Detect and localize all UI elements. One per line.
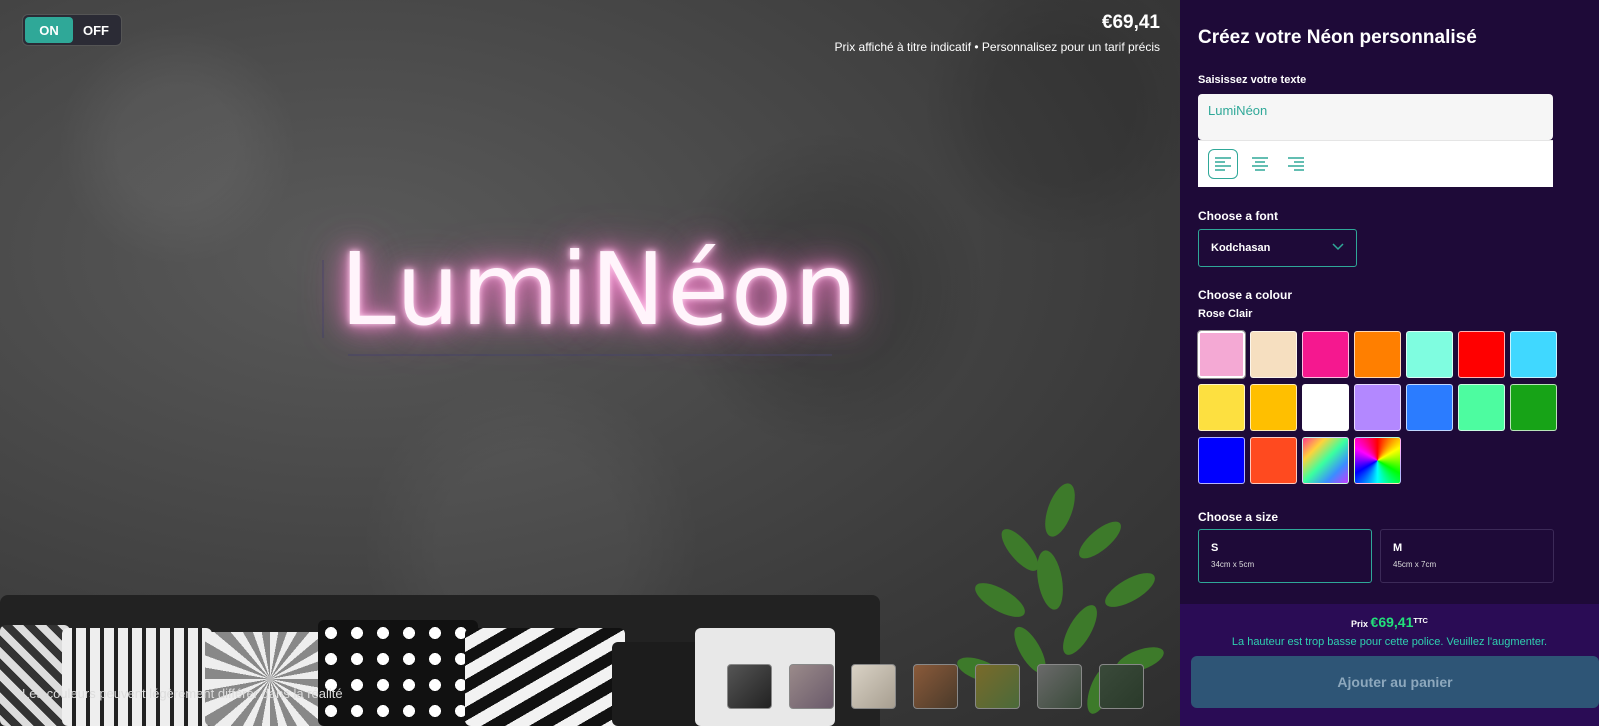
- colour-swatch[interactable]: [1302, 331, 1349, 378]
- colour-swatch[interactable]: [1250, 437, 1297, 484]
- preview-price: €69,41 Prix affiché à titre indicatif • …: [835, 12, 1160, 54]
- colour-swatch[interactable]: [1354, 437, 1401, 484]
- cushion: [318, 620, 478, 726]
- size-name: S: [1211, 542, 1219, 554]
- colour-swatch[interactable]: [1198, 437, 1245, 484]
- colour-swatch[interactable]: [1458, 331, 1505, 378]
- panel-title: Créez votre Néon personnalisé: [1198, 27, 1477, 48]
- size-option-s[interactable]: S 34cm x 5cm: [1198, 529, 1372, 583]
- neon-text-preview: LumiNéon: [340, 231, 860, 348]
- scene-thumbnail[interactable]: [1099, 664, 1144, 709]
- font-select[interactable]: Kodchasan: [1198, 229, 1357, 267]
- size-name: M: [1393, 542, 1403, 554]
- height-warning: La hauteur est trop basse pour cette pol…: [1231, 636, 1548, 648]
- colour-selected-name: Rose Clair: [1198, 308, 1253, 320]
- price-suffix: TTC: [1413, 616, 1428, 625]
- align-center-icon[interactable]: [1246, 150, 1274, 178]
- on-off-toggle[interactable]: ON OFF: [22, 14, 122, 46]
- total-price: Prix €69,41TTC: [1180, 614, 1599, 630]
- neon-preview: ON OFF €69,41 Prix affiché à titre indic…: [0, 0, 1180, 726]
- font-label: Choose a font: [1198, 209, 1278, 223]
- colour-swatch[interactable]: [1458, 384, 1505, 431]
- cushion: [465, 628, 625, 726]
- colour-swatch[interactable]: [1406, 384, 1453, 431]
- scene-thumbnail[interactable]: [789, 664, 834, 709]
- colour-swatches: [1197, 330, 1557, 484]
- toggle-off[interactable]: OFF: [73, 23, 119, 38]
- font-select-value: Kodchasan: [1211, 242, 1271, 254]
- height-dimension-line: [322, 260, 324, 338]
- add-to-cart-button[interactable]: Ajouter au panier: [1191, 656, 1599, 708]
- cushion: [0, 625, 70, 726]
- align-left-icon[interactable]: [1208, 149, 1238, 179]
- size-dims: 34cm x 5cm: [1211, 560, 1255, 569]
- size-label: Choose a size: [1198, 510, 1279, 524]
- colour-swatch[interactable]: [1197, 330, 1246, 379]
- colour-swatch[interactable]: [1510, 331, 1557, 378]
- size-option-m[interactable]: M 45cm x 7cm: [1380, 529, 1554, 583]
- colour-swatch[interactable]: [1302, 437, 1349, 484]
- cushion: [62, 628, 212, 726]
- width-dimension-line: [348, 354, 832, 356]
- scene-thumbnail[interactable]: [851, 664, 896, 709]
- size-dims: 45cm x 7cm: [1393, 560, 1437, 569]
- scene-thumbnail[interactable]: [913, 664, 958, 709]
- configurator-panel: Créez votre Néon personnalisé Saisissez …: [1180, 0, 1599, 726]
- scene-thumbnails: [727, 664, 1144, 709]
- scene-thumbnail[interactable]: [1037, 664, 1082, 709]
- colour-swatch[interactable]: [1250, 331, 1297, 378]
- scene-thumbnail[interactable]: [727, 664, 772, 709]
- colour-swatch[interactable]: [1406, 331, 1453, 378]
- colour-swatch[interactable]: [1354, 331, 1401, 378]
- colour-disclaimer: Les couleurs peuvent légèrement différer…: [22, 686, 343, 701]
- text-label: Saisissez votre texte: [1198, 74, 1307, 86]
- neon-text-input[interactable]: LumiNéon: [1198, 94, 1553, 140]
- colour-swatch[interactable]: [1302, 384, 1349, 431]
- align-right-icon[interactable]: [1282, 150, 1310, 178]
- colour-swatch[interactable]: [1250, 384, 1297, 431]
- price-value: €69,41: [1370, 614, 1414, 630]
- preview-price-amount: €69,41: [1101, 12, 1160, 33]
- colour-swatch[interactable]: [1354, 384, 1401, 431]
- scene-thumbnail[interactable]: [975, 664, 1020, 709]
- chevron-down-icon: [1332, 242, 1344, 254]
- checkout-bar: Prix €69,41TTC La hauteur est trop basse…: [1180, 604, 1599, 726]
- colour-swatch[interactable]: [1198, 384, 1245, 431]
- colour-swatch[interactable]: [1510, 384, 1557, 431]
- alignment-toolbar: [1198, 140, 1553, 187]
- colour-label: Choose a colour: [1198, 288, 1293, 302]
- preview-price-note: Prix affiché à titre indicatif • Personn…: [834, 40, 1160, 54]
- price-prefix: Prix: [1351, 619, 1369, 629]
- cushion: [205, 632, 335, 726]
- toggle-on[interactable]: ON: [25, 17, 73, 43]
